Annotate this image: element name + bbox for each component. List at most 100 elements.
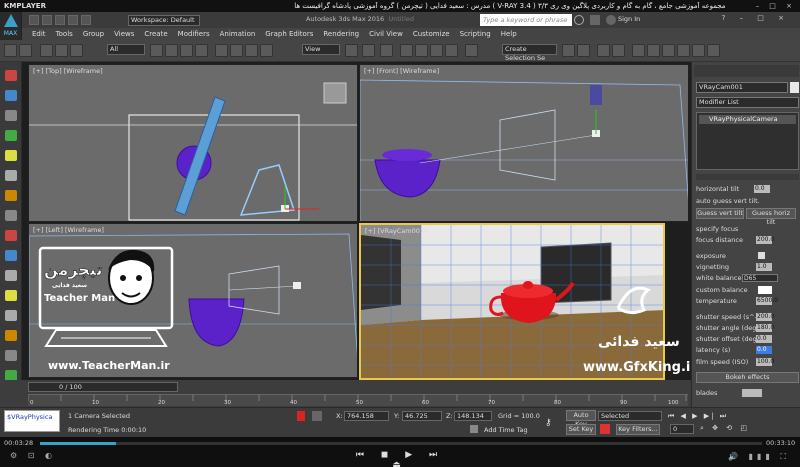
param-label[interactable]: blades	[696, 389, 717, 397]
menu-graph-editors[interactable]: Graph Editors	[265, 30, 313, 38]
communication-center-icon[interactable]	[590, 15, 600, 25]
render-setup-icon[interactable]	[677, 44, 690, 57]
x-coordinate[interactable]: 764.158	[344, 411, 389, 421]
tool-icon-9[interactable]	[5, 230, 17, 241]
angle-snap-icon[interactable]	[415, 44, 428, 57]
maxscript-listener[interactable]: $VRayPhysica	[4, 410, 60, 432]
rendered-frame-window-icon[interactable]	[692, 44, 705, 57]
new-file-icon[interactable]	[29, 15, 39, 25]
timeline[interactable]: 0 / 100 0 10 20 30 40 50 60 70 80 90 100	[0, 380, 691, 407]
stack-item[interactable]: VRayPhysicalCamera	[699, 115, 796, 124]
stack-toolbar[interactable]	[696, 174, 799, 180]
keyboard-shortcut-icon[interactable]	[380, 44, 393, 57]
menu-modifiers[interactable]: Modifiers	[178, 30, 210, 38]
param-value[interactable]: 200.0	[756, 236, 774, 244]
z-coordinate[interactable]: 148.134	[454, 411, 492, 421]
rect-selection-icon[interactable]	[180, 44, 193, 57]
viewport-top-label[interactable]: [+] [Top] [Wireframe]	[33, 67, 103, 75]
param-label[interactable]: specify focus	[696, 225, 738, 233]
menu-rendering[interactable]: Rendering	[323, 30, 359, 38]
blades-value[interactable]	[742, 389, 762, 397]
guess-horiz-tilt-button[interactable]: Guess horiz tilt	[746, 208, 796, 226]
object-name-field[interactable]: VRayCam001	[696, 82, 788, 93]
key-icon[interactable]: ⚷	[545, 418, 552, 428]
key-filters-button[interactable]: Key Filters...	[616, 424, 660, 435]
modifier-list-dropdown[interactable]: Modifier List	[696, 97, 799, 108]
menu-edit[interactable]: Edit	[32, 30, 46, 38]
param-value[interactable]: 0.0	[756, 346, 772, 354]
param-value[interactable]: 1.0	[756, 263, 772, 271]
place-icon[interactable]	[260, 44, 273, 57]
window-controls[interactable]: – □ ×	[756, 2, 796, 10]
selection-filter[interactable]: All	[107, 44, 145, 55]
key-mode-dropdown[interactable]: Selected	[598, 411, 662, 421]
player-left-icons[interactable]: ⚙ ⊡ ◐	[10, 451, 70, 463]
layer-manager-icon[interactable]	[597, 44, 610, 57]
param-value[interactable]: 6500.0	[756, 297, 778, 305]
menu-help[interactable]: Help	[501, 30, 517, 38]
viewport-camera-label[interactable]: [+] [VRayCam001]	[365, 227, 427, 235]
current-frame-field[interactable]: 0	[670, 424, 694, 434]
unlink-icon[interactable]	[55, 44, 68, 57]
reference-coordinate-dropdown[interactable]: View	[302, 44, 340, 55]
tool-icon-4[interactable]	[5, 130, 17, 141]
time-slider[interactable]: 0 / 100	[28, 382, 178, 392]
tool-icon-2[interactable]	[5, 90, 17, 101]
viewport-front-label[interactable]: [+] [Front] [Wireframe]	[364, 67, 439, 75]
select-by-name-icon[interactable]	[165, 44, 178, 57]
open-file-icon[interactable]	[42, 15, 52, 25]
menu-customize[interactable]: Customize	[413, 30, 450, 38]
tool-icon-1[interactable]	[5, 70, 17, 81]
align-icon[interactable]	[577, 44, 590, 57]
render-production-icon[interactable]	[707, 44, 720, 57]
viewport-left-label[interactable]: [+] [Left] [Wireframe]	[33, 226, 104, 234]
viewport-top[interactable]: [+] [Top] [Wireframe]	[28, 64, 358, 222]
tool-icon-15[interactable]	[5, 350, 17, 361]
tool-icon-12[interactable]	[5, 290, 17, 301]
tool-icon-13[interactable]	[5, 310, 17, 321]
menu-tools[interactable]: Tools	[56, 30, 73, 38]
tool-icon-8[interactable]	[5, 210, 17, 221]
tool-icon-11[interactable]	[5, 270, 17, 281]
white-balance-dropdown[interactable]: D65	[742, 274, 778, 282]
y-coordinate[interactable]: 46.725	[402, 411, 442, 421]
select-manipulate-icon[interactable]	[362, 44, 375, 57]
select-move-icon[interactable]	[215, 44, 228, 57]
menu-scripting[interactable]: Scripting	[460, 30, 491, 38]
param-label[interactable]: auto guess vert tilt.	[696, 197, 760, 205]
spinner-snap-icon[interactable]	[445, 44, 458, 57]
player-right-icons[interactable]: 🔊 ▮▮▮ ⛶	[700, 452, 790, 462]
player-seek-bar[interactable]	[40, 442, 762, 445]
sign-in-button[interactable]: Sign In	[618, 15, 640, 23]
auto-key-button[interactable]: Auto Key	[566, 410, 596, 428]
modifier-stack[interactable]: VRayPhysicalCamera	[696, 112, 799, 170]
viewport-navigation[interactable]: ⌕ ✥ ⟲ ◰	[700, 424, 795, 434]
link-icon[interactable]	[40, 44, 53, 57]
max-window-controls[interactable]: ? – □ ×	[690, 14, 790, 26]
param-value[interactable]: 180.0	[756, 324, 774, 332]
material-editor-icon[interactable]	[662, 44, 675, 57]
object-color-swatch[interactable]	[790, 82, 799, 93]
add-time-tag-button[interactable]: Add Time Tag	[484, 426, 528, 434]
schematic-view-icon[interactable]	[647, 44, 660, 57]
menu-animation[interactable]: Animation	[220, 30, 256, 38]
tool-icon-6[interactable]	[5, 170, 17, 181]
percent-snap-icon[interactable]	[430, 44, 443, 57]
search-icon[interactable]	[574, 15, 584, 25]
param-value[interactable]: 100.0	[756, 358, 774, 366]
redo-button-icon[interactable]	[19, 44, 32, 57]
absolute-mode-icon[interactable]	[312, 411, 322, 421]
search-input[interactable]: Type a keyword or phrase	[480, 14, 572, 26]
menu-views[interactable]: Views	[114, 30, 134, 38]
tool-icon-7[interactable]	[5, 190, 17, 201]
save-file-icon[interactable]	[55, 15, 65, 25]
custom-balance-swatch[interactable]	[758, 286, 772, 294]
set-key-button[interactable]: Set Key	[566, 424, 596, 435]
snaps-toggle-icon[interactable]	[400, 44, 413, 57]
param-value[interactable]: 0.0	[754, 185, 770, 193]
bokeh-rollout-header[interactable]: Bokeh effects	[696, 372, 799, 383]
viewport-front[interactable]: [+] [Front] [Wireframe]	[359, 64, 689, 222]
undo-button-icon[interactable]	[4, 44, 17, 57]
select-object-icon[interactable]	[150, 44, 163, 57]
window-crossing-icon[interactable]	[195, 44, 208, 57]
